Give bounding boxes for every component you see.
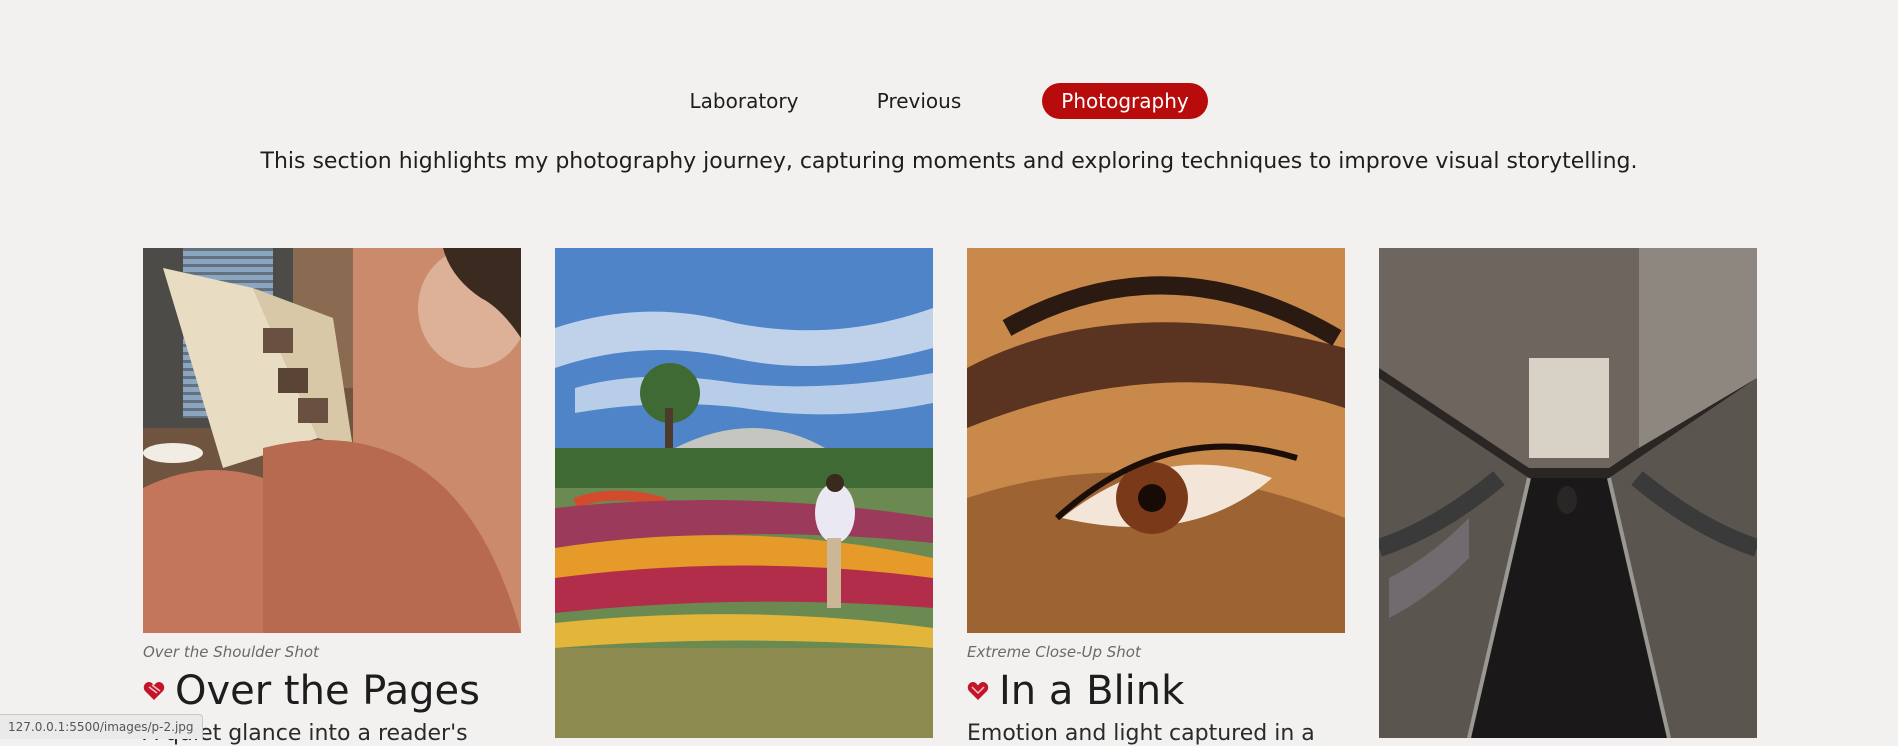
heart-icon	[967, 682, 989, 700]
photo-title: In a Blink	[999, 668, 1185, 714]
photo-card-garden[interactable]	[555, 248, 933, 738]
photo-image-reader[interactable]	[143, 248, 521, 633]
tab-previous[interactable]: Previous	[869, 83, 969, 119]
tab-photography[interactable]: Photography	[1042, 83, 1208, 119]
photo-title: Over the Pages	[175, 668, 480, 714]
photo-image-escalator[interactable]	[1379, 248, 1757, 738]
photo-caption: Extreme Close-Up Shot	[967, 643, 1141, 661]
photo-image-eye[interactable]	[967, 248, 1345, 633]
photo-card-escalator[interactable]	[1379, 248, 1757, 738]
photo-card-in-a-blink[interactable]: Extreme Close-Up Shot In a Blink Emotion…	[967, 248, 1345, 746]
section-intro: This section highlights my photography j…	[260, 149, 1638, 174]
status-bar-url: 127.0.0.1:5500/images/p-2.jpg	[0, 714, 203, 739]
tab-laboratory[interactable]: Laboratory	[681, 83, 807, 119]
photo-description: Emotion and light captured in a	[967, 721, 1315, 746]
photo-image-garden[interactable]	[555, 248, 933, 738]
photo-card-over-the-pages[interactable]: Over the Shoulder Shot Over the Pages A …	[143, 248, 521, 746]
photo-title-row: Over the Pages	[143, 666, 480, 716]
heart-icon	[143, 682, 165, 700]
photo-title-row: In a Blink	[967, 666, 1184, 716]
photo-caption: Over the Shoulder Shot	[143, 643, 319, 661]
